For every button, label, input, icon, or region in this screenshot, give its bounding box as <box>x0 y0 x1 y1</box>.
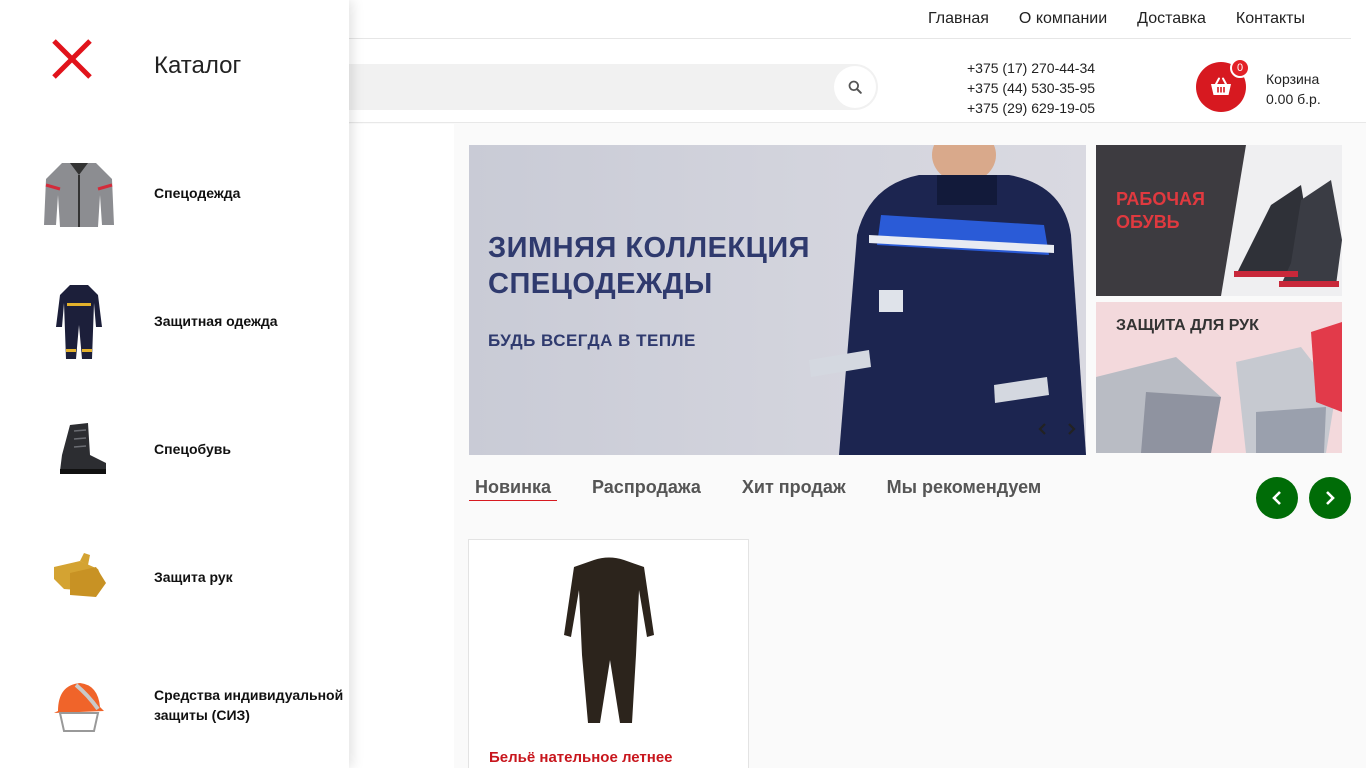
product-title[interactable]: Бельё нательное летнее <box>489 749 673 766</box>
phone-list: +375 (17) 270-44-34 +375 (44) 530-35-95 … <box>967 58 1095 118</box>
basket-icon <box>1211 77 1231 95</box>
catalog-item-workwear[interactable]: Спецодежда <box>0 155 349 265</box>
catalog-item-protective-clothing[interactable]: Защитная одежда <box>0 283 349 393</box>
close-icon[interactable] <box>50 37 94 81</box>
side-banner-gloves[interactable]: ЗАЩИТА ДЛЯ РУК <box>1096 302 1342 453</box>
catalog-item-label: Защита рук <box>154 569 233 585</box>
left-column <box>349 124 454 768</box>
tab-bestseller[interactable]: Хит продаж <box>736 477 852 501</box>
product-tabs: Новинка Распродажа Хит продаж Мы рекомен… <box>469 477 1047 501</box>
catalog-item-label: Спецодежда <box>154 185 241 201</box>
banner-title: ЗИМНЯЯ КОЛЛЕКЦИЯ СПЕЦОДЕЖДЫ <box>488 230 810 302</box>
nav-link-home[interactable]: Главная <box>928 10 989 28</box>
chevron-right-icon <box>1326 491 1335 505</box>
phone-number[interactable]: +375 (29) 629-19-05 <box>967 98 1095 118</box>
carousel-prev-button[interactable] <box>1256 477 1298 519</box>
phone-number[interactable]: +375 (44) 530-35-95 <box>967 78 1095 98</box>
catalog-item-label: Средства индивидуальной защиты (СИЗ) <box>154 687 344 723</box>
side-banner-title-line: РАБОЧАЯ <box>1116 189 1205 209</box>
jacket-icon <box>44 163 114 227</box>
drawer-title: Каталог <box>154 52 242 79</box>
gloves-icon <box>54 553 106 597</box>
side-banner-title-line: ОБУВЬ <box>1116 212 1180 232</box>
tab-recommended[interactable]: Мы рекомендуем <box>881 477 1048 501</box>
carousel-next-button[interactable] <box>1309 477 1351 519</box>
chevron-left-icon <box>1272 491 1281 505</box>
search-icon <box>848 80 862 94</box>
banner-worker-image <box>809 145 1086 455</box>
tab-new[interactable]: Новинка <box>469 477 558 501</box>
banner-subtitle: БУДЬ ВСЕГДА В ТЕПЛЕ <box>488 331 696 350</box>
cart-label: Корзина <box>1266 71 1320 87</box>
catalog-item-hand-protection[interactable]: Защита рук <box>0 539 349 649</box>
cart-total: 0.00 б.р. <box>1266 91 1321 107</box>
search-button[interactable] <box>834 66 876 108</box>
side-banner-title: ЗАЩИТА ДЛЯ РУК <box>1116 317 1259 334</box>
tab-sale[interactable]: Распродажа <box>586 477 707 501</box>
main-banner-slider[interactable]: ЗИМНЯЯ КОЛЛЕКЦИЯ СПЕЦОДЕЖДЫ БУДЬ ВСЕГДА … <box>469 145 1086 455</box>
cart-summary[interactable]: Корзина 0.00 б.р. <box>1266 69 1321 109</box>
nav-link-contacts[interactable]: Контакты <box>1236 10 1305 28</box>
banner-title-line: СПЕЦОДЕЖДЫ <box>488 268 713 300</box>
nav-link-delivery[interactable]: Доставка <box>1137 10 1206 28</box>
side-banner-footwear[interactable]: РАБОЧАЯ ОБУВЬ <box>1096 145 1342 296</box>
catalog-item-label: Спецобувь <box>154 441 231 457</box>
catalog-item-ppe[interactable]: Средства индивидуальной защиты (СИЗ) <box>0 667 349 768</box>
catalog-item-footwear[interactable]: Спецобувь <box>0 411 349 521</box>
catalog-item-label: Защитная одежда <box>154 313 278 329</box>
product-image <box>564 557 654 723</box>
chevron-right-icon <box>1068 423 1076 435</box>
cart-count-badge: 0 <box>1230 58 1250 78</box>
helmet-icon <box>54 683 104 732</box>
nav-links: Главная О компании Доставка Контакты <box>928 10 1305 28</box>
phone-number[interactable]: +375 (17) 270-44-34 <box>967 58 1095 78</box>
slider-prev-button[interactable] <box>1034 421 1050 437</box>
nav-link-about[interactable]: О компании <box>1019 10 1107 28</box>
chevron-left-icon <box>1038 423 1046 435</box>
side-banner-title: РАБОЧАЯ ОБУВЬ <box>1116 188 1205 234</box>
coverall-icon <box>56 285 102 359</box>
search-input[interactable] <box>349 64 878 110</box>
catalog-drawer: Каталог Спецодежда Защитная одежда Спецо… <box>0 0 349 768</box>
boot-icon <box>60 423 106 474</box>
slider-arrows <box>1034 421 1080 437</box>
slider-next-button[interactable] <box>1064 421 1080 437</box>
product-card[interactable]: Бельё нательное летнее <box>468 539 749 768</box>
banner-title-line: ЗИМНЯЯ КОЛЛЕКЦИЯ <box>488 232 811 264</box>
